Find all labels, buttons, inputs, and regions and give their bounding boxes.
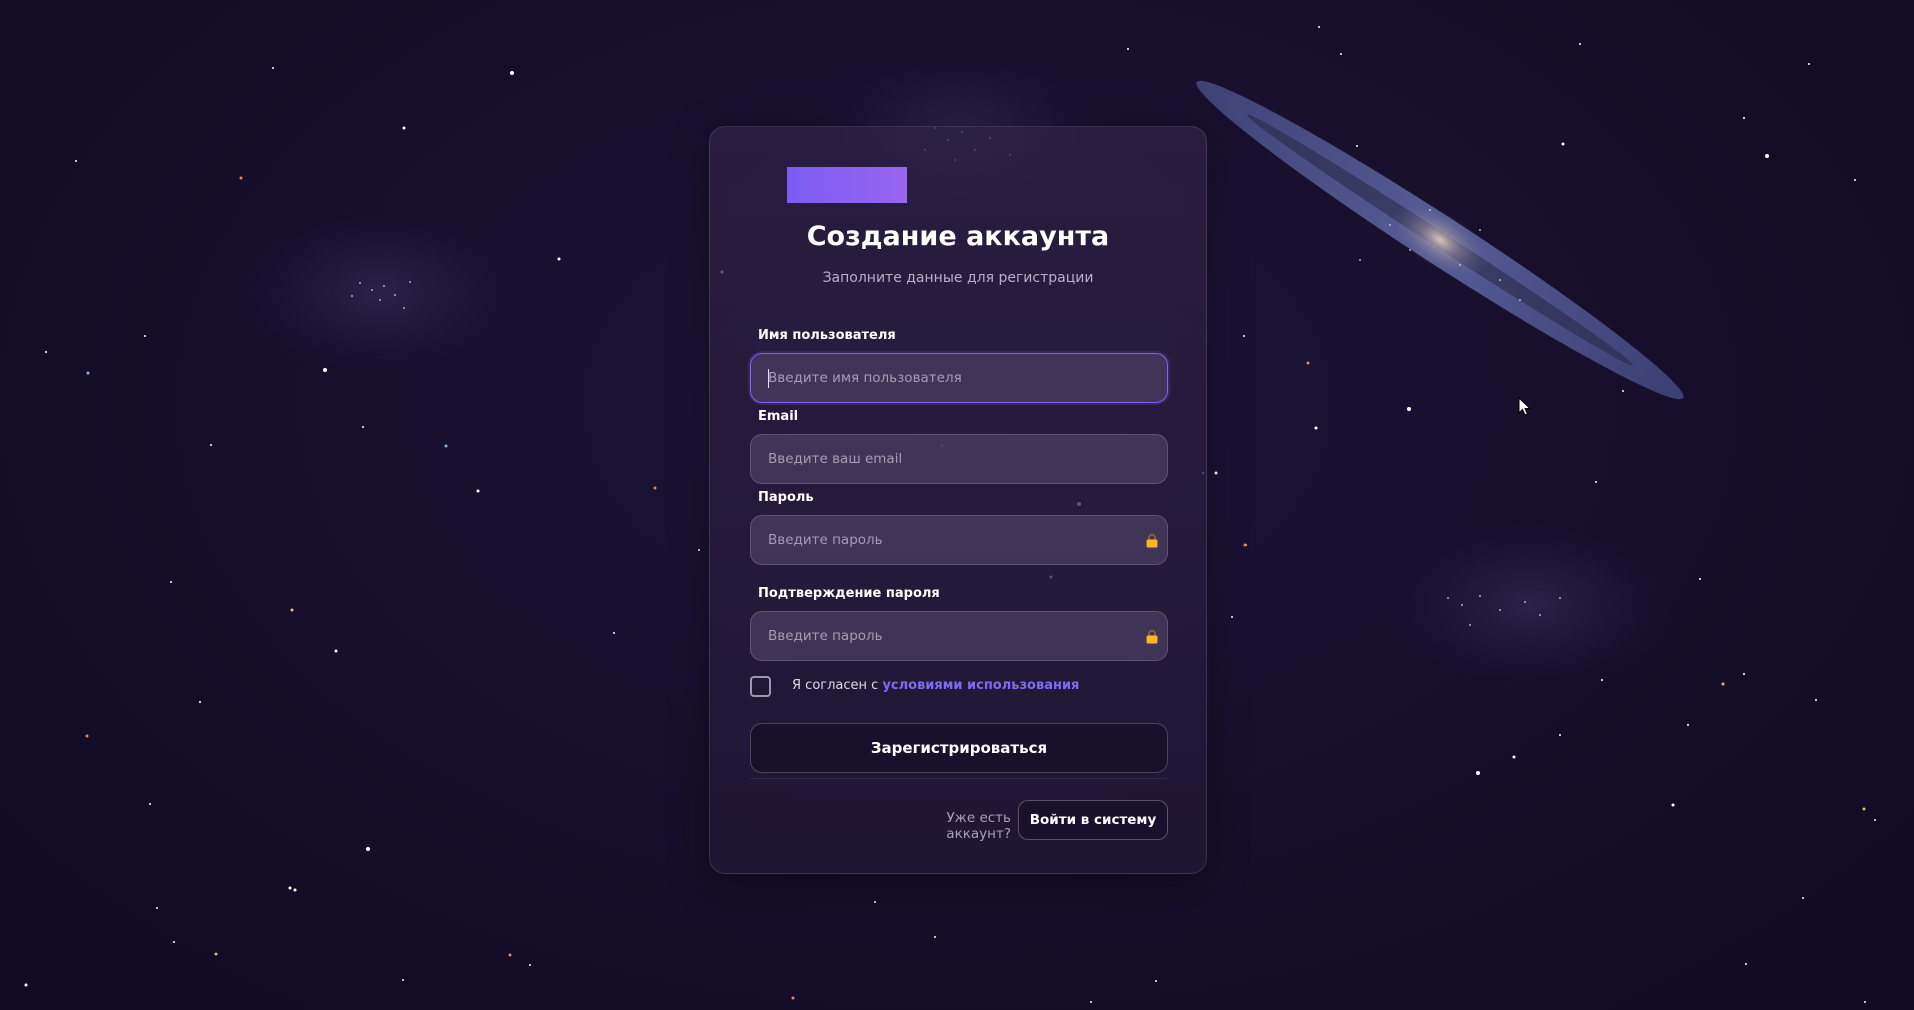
terms-agreement: Я согласен с условиями использования	[792, 678, 1079, 693]
lock-icon	[1146, 533, 1158, 548]
logo-placeholder	[787, 167, 907, 203]
page-title: Создание аккаунта	[806, 221, 1110, 252]
lock-icon	[1146, 629, 1158, 644]
nebula	[1385, 520, 1675, 690]
password-field[interactable]	[750, 515, 1168, 565]
password-label: Пароль	[758, 490, 814, 505]
login-button[interactable]: Войти в систему	[1018, 800, 1168, 840]
email-input[interactable]	[751, 435, 1167, 483]
register-button[interactable]: Зарегистрироваться	[750, 723, 1168, 773]
nebula	[235, 207, 525, 377]
terms-checkbox[interactable]	[750, 676, 771, 697]
confirm-password-field[interactable]	[750, 611, 1168, 661]
username-field[interactable]	[750, 353, 1168, 403]
terms-link[interactable]: условиями использования	[882, 678, 1079, 693]
page-subtitle: Заполните данные для регистрации	[822, 270, 1094, 286]
username-label: Имя пользователя	[758, 328, 896, 343]
mouse-pointer-icon	[1518, 397, 1532, 416]
divider	[750, 778, 1168, 779]
registration-card: Создание аккаунта Заполните данные для р…	[709, 126, 1207, 874]
confirm-password-label: Подтверждение пароля	[758, 586, 940, 601]
have-account-text: Уже есть аккаунт?	[946, 810, 1011, 842]
password-input[interactable]	[751, 516, 1167, 564]
text-caret	[768, 369, 769, 388]
username-input[interactable]	[751, 354, 1167, 402]
email-label: Email	[758, 409, 799, 424]
email-field[interactable]	[750, 434, 1168, 484]
confirm-password-input[interactable]	[751, 612, 1167, 660]
terms-agreement-text: Я согласен с	[792, 678, 883, 693]
galaxy	[1196, 80, 1684, 400]
